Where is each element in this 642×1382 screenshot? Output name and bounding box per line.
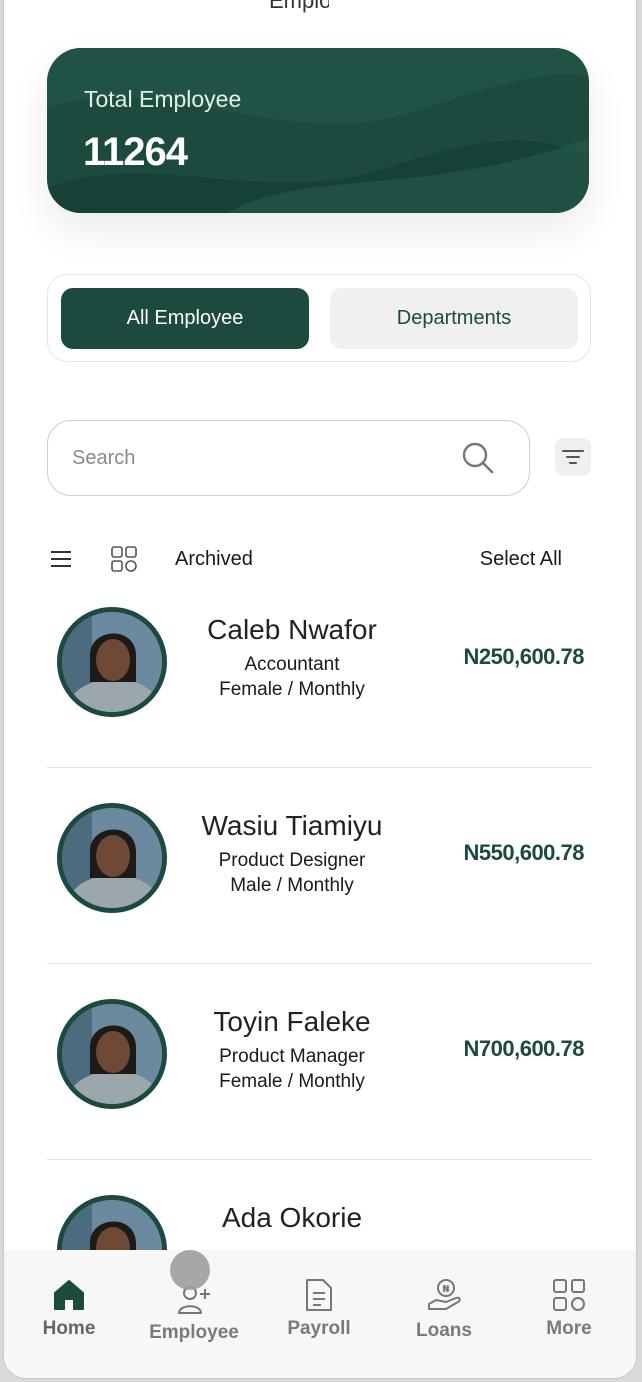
nav-employee[interactable]: Employee bbox=[144, 1284, 244, 1344]
select-all-link[interactable]: Select All bbox=[480, 548, 562, 571]
nav-label: More bbox=[546, 1318, 592, 1339]
list-view-icon[interactable] bbox=[50, 549, 72, 569]
search-input[interactable] bbox=[72, 443, 432, 473]
nav-label: Employee bbox=[149, 1322, 239, 1343]
search-box bbox=[47, 420, 530, 496]
employee-name: Ada Okorie bbox=[221, 1202, 363, 1233]
employee-meta: Male / Monthly bbox=[230, 875, 354, 896]
avatar bbox=[57, 999, 167, 1109]
archived-link[interactable]: Archived bbox=[175, 548, 253, 571]
employee-row[interactable]: Wasiu Tiamiyu Product Designer Male / Mo… bbox=[47, 768, 592, 964]
avatar bbox=[57, 607, 167, 717]
nav-home[interactable]: Home bbox=[19, 1278, 119, 1340]
employee-name: Wasiu Tiamiyu bbox=[201, 810, 383, 841]
employee-name: Toyin Faleke bbox=[213, 1006, 371, 1037]
page-title-fragment: Employee bbox=[269, 0, 329, 13]
total-employee-label: Total Employee bbox=[84, 86, 242, 112]
filter-button[interactable] bbox=[555, 438, 591, 476]
employee-row[interactable]: Toyin Faleke Product Manager Female / Mo… bbox=[47, 964, 592, 1160]
grid-icon bbox=[553, 1279, 585, 1311]
total-employee-count: 11264 bbox=[83, 130, 188, 174]
employee-meta: Female / Monthly bbox=[219, 679, 365, 700]
employee-meta: Female / Monthly bbox=[219, 1071, 365, 1092]
employee-salary: N550,600.78 bbox=[463, 840, 585, 865]
home-icon bbox=[54, 1280, 84, 1310]
tab-all-employee[interactable]: All Employee bbox=[61, 288, 309, 349]
employee-name: Caleb Nwafor bbox=[207, 614, 377, 645]
grid-view-icon[interactable] bbox=[110, 545, 138, 573]
employee-role: Product Designer bbox=[218, 850, 366, 871]
search-icon[interactable] bbox=[461, 441, 495, 475]
employee-tabs: All Employee Departments bbox=[47, 274, 591, 362]
phone-screen: Employee Total Employee 11264 All Employ… bbox=[4, 0, 636, 1378]
employee-salary: N700,600.78 bbox=[463, 1036, 585, 1061]
svg-text:₦: ₦ bbox=[443, 1284, 450, 1295]
nav-loans[interactable]: ₦ Loans bbox=[394, 1278, 494, 1342]
nav-payroll[interactable]: Payroll bbox=[269, 1278, 369, 1340]
loan-hand-icon: ₦ bbox=[428, 1279, 461, 1310]
person-photo-icon bbox=[62, 808, 162, 908]
tab-departments[interactable]: Departments bbox=[330, 288, 578, 349]
document-icon bbox=[306, 1279, 332, 1311]
total-employee-card: Total Employee 11264 bbox=[47, 48, 589, 213]
nav-label: Payroll bbox=[287, 1318, 351, 1339]
employee-role: Product Manager bbox=[219, 1046, 365, 1067]
person-photo-icon bbox=[62, 1004, 162, 1104]
nav-label: Home bbox=[42, 1318, 96, 1339]
nav-label: Loans bbox=[416, 1320, 472, 1341]
nav-more[interactable]: More bbox=[519, 1278, 619, 1340]
filter-icon bbox=[562, 450, 584, 464]
employee-salary: N250,600.78 bbox=[463, 644, 585, 669]
employee-role: Accountant bbox=[244, 654, 340, 675]
avatar bbox=[57, 803, 167, 913]
bottom-navigation: Home Employee Payroll ₦ Loans More bbox=[4, 1250, 636, 1378]
touch-indicator bbox=[170, 1250, 210, 1290]
person-photo-icon bbox=[62, 612, 162, 712]
employee-row[interactable]: Caleb Nwafor Accountant Female / Monthly… bbox=[47, 572, 592, 768]
